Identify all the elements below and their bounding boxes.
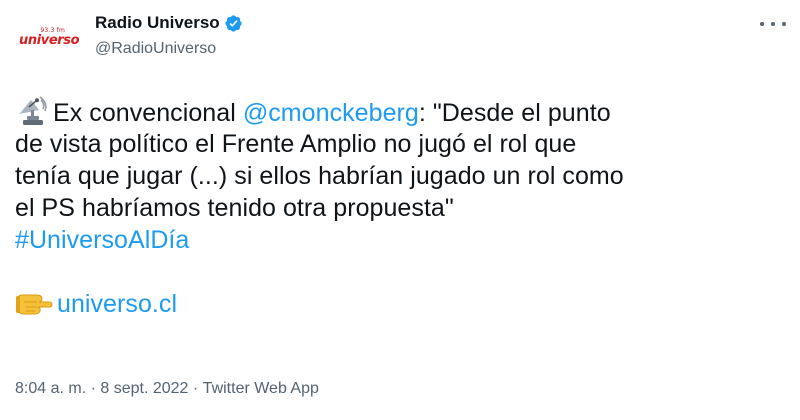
tweet-time[interactable]: 8:04 a. m. [15,380,86,398]
meta-separator: · [188,380,203,397]
pointing-hand-icon [15,290,53,316]
tweet-metadata: 8:04 a. m. · 8 sept. 2022 · Twitter Web … [15,380,319,398]
more-options-button[interactable] [760,14,786,34]
tweet-line: Ex convencional @cmonckeberg: "Desde el … [15,96,785,128]
logo-wordmark: universo [19,33,80,48]
user-info: Radio Universo @RadioUniverso [95,12,243,58]
name-row: Radio Universo [95,12,243,34]
hashtag-link[interactable]: #UniversoAlDía [15,226,189,254]
more-dot-icon [760,22,764,26]
meta-separator: · [86,380,101,397]
tweet-line: #UniversoAlDía [15,224,785,256]
tweet-line: de vista político el Frente Amplio no ju… [15,130,577,158]
avatar[interactable]: 93.3 fm universo [14,10,80,68]
more-dot-icon [771,22,775,26]
website-link[interactable]: universo.cl [57,290,177,318]
tweet-date[interactable]: 8 sept. 2022 [100,380,188,398]
display-name[interactable]: Radio Universo [95,13,220,33]
more-dot-icon [782,22,786,26]
radio-universo-logo: 93.3 fm universo [17,27,80,51]
user-handle[interactable]: @RadioUniverso [95,40,243,58]
tweet-line: universo.cl [15,288,785,320]
tweet-card: 93.3 fm universo Radio Universo @RadioUn… [0,0,800,420]
satellite-antenna-icon [15,96,49,126]
tweet-line: el PS habríamos tenido otra propuesta" [15,194,454,222]
tweet-line: tenía que jugar (...) si ellos habrían j… [15,162,624,190]
tweet-text: Ex convencional @cmonckeberg: "Desde el … [15,96,785,320]
tweet-text-segment: Ex convencional [53,99,243,127]
verified-badge-icon [224,14,243,33]
mention-link[interactable]: @cmonckeberg [243,99,419,127]
tweet-source[interactable]: Twitter Web App [203,380,319,398]
tweet-text-segment: : "Desde el punto [418,99,611,127]
